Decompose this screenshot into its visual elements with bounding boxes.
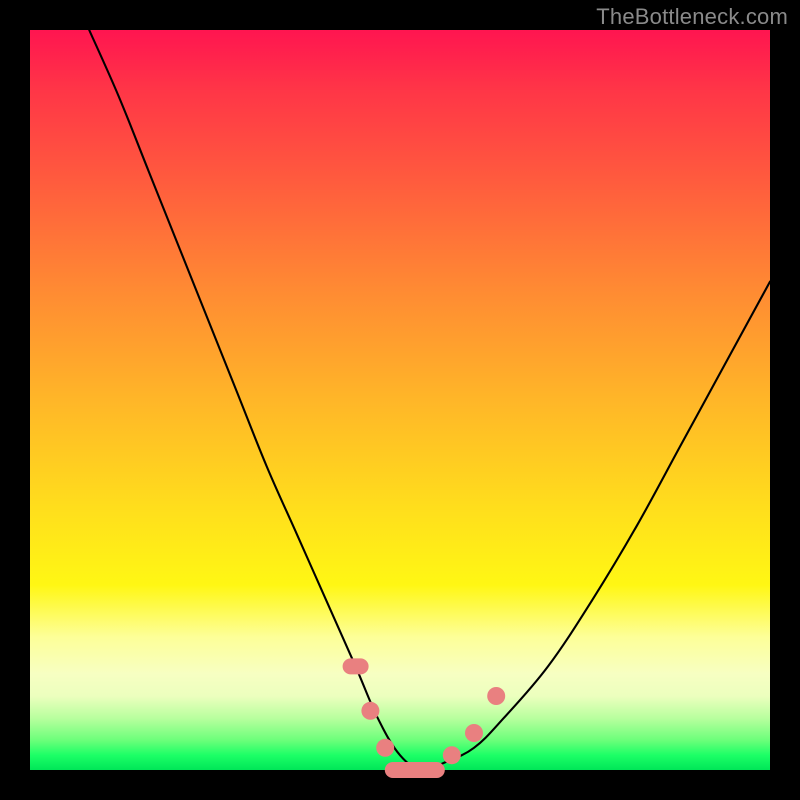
chart-frame: TheBottleneck.com	[0, 0, 800, 800]
curve-marker	[361, 702, 379, 720]
curve-marker	[487, 687, 505, 705]
curve-markers	[343, 658, 506, 778]
curve-marker	[465, 724, 483, 742]
bottleneck-curve-svg	[30, 30, 770, 770]
curve-marker	[343, 658, 369, 674]
watermark-text: TheBottleneck.com	[596, 4, 788, 30]
curve-marker	[385, 762, 445, 778]
curve-marker	[376, 739, 394, 757]
bottleneck-curve	[89, 30, 770, 770]
curve-marker	[443, 746, 461, 764]
gradient-plot-area	[30, 30, 770, 770]
